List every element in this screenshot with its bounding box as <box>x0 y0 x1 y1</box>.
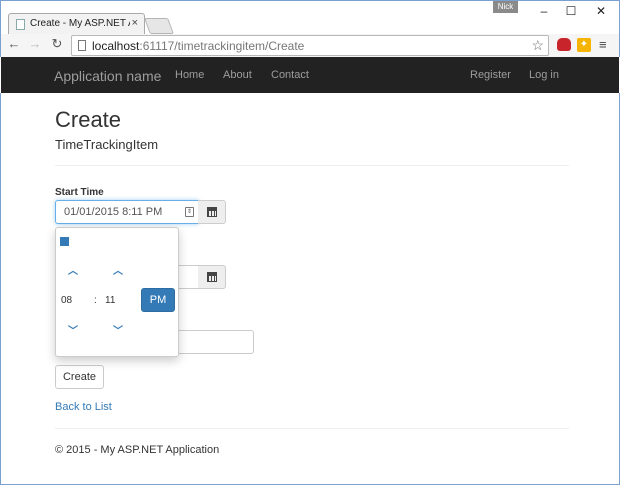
spinner-icon[interactable]: ⇕ <box>185 207 194 217</box>
calendar-icon[interactable] <box>60 237 69 246</box>
page-favicon-icon <box>16 19 25 30</box>
close-window-button[interactable]: ✕ <box>589 3 613 19</box>
footer-text: © 2015 - My ASP.NET Application <box>55 444 220 456</box>
page-content: Create TimeTrackingItem Start Time 01/01… <box>0 93 620 485</box>
maximize-button[interactable]: ☐ <box>559 3 583 19</box>
page-title: Create <box>55 107 122 132</box>
browser-titlebar: Create - My ASP.NET Application × Nick –… <box>0 0 620 35</box>
hour-down-chevron-icon[interactable]: ﹀ <box>68 322 78 337</box>
divider <box>55 165 569 166</box>
menu-icon[interactable]: ≡ <box>599 37 607 52</box>
address-bar[interactable]: localhost:61117/timetrackingitem/Create … <box>71 35 549 56</box>
navbar-brand[interactable]: Application name <box>54 68 161 84</box>
start-time-input[interactable]: 01/01/2015 8:11 PM ⇕ <box>55 200 199 224</box>
divider <box>55 428 569 429</box>
hour-value[interactable]: 08 <box>61 295 72 306</box>
browser-tab[interactable]: Create - My ASP.NET Application × <box>8 13 145 35</box>
calendar-icon <box>207 207 217 217</box>
end-time-calendar-button[interactable] <box>198 265 226 289</box>
calendar-icon <box>207 272 217 282</box>
minute-up-chevron-icon[interactable]: ︿ <box>113 262 123 277</box>
minimize-button[interactable]: – <box>532 3 556 19</box>
new-tab-button[interactable] <box>144 18 174 34</box>
page-icon <box>78 40 86 51</box>
nav-link-home[interactable]: Home <box>175 69 204 81</box>
time-picker-popup: ︿ ︿ 08 : 11 PM ﹀ ﹀ <box>55 227 179 357</box>
tab-title: Create - My ASP.NET Application <box>30 18 130 29</box>
nav-link-about[interactable]: About <box>223 69 252 81</box>
forward-arrow-icon[interactable]: → <box>27 36 43 51</box>
minute-down-chevron-icon[interactable]: ﹀ <box>113 322 123 337</box>
minute-value[interactable]: 11 <box>105 295 115 306</box>
hour-up-chevron-icon[interactable]: ︿ <box>68 262 78 277</box>
reload-icon[interactable]: ↻ <box>49 36 65 52</box>
back-to-list-link[interactable]: Back to List <box>55 401 112 413</box>
site-navbar: Application name Home About Contact Regi… <box>1 57 619 93</box>
tab-close-icon[interactable]: × <box>132 17 138 29</box>
start-time-value: 01/01/2015 8:11 PM <box>64 206 163 218</box>
create-button[interactable]: Create <box>55 365 104 389</box>
extension-icon[interactable] <box>557 38 571 51</box>
page-subtitle: TimeTrackingItem <box>55 137 159 152</box>
nav-link-register[interactable]: Register <box>470 69 511 81</box>
bookmark-star-icon[interactable]: ☆ <box>531 37 544 54</box>
nav-link-login[interactable]: Log in <box>529 69 559 81</box>
start-time-calendar-button[interactable] <box>198 200 226 224</box>
am-pm-toggle-button[interactable]: PM <box>141 288 175 312</box>
time-separator: : <box>94 295 97 306</box>
extension-icon[interactable]: ✦ <box>577 38 591 52</box>
start-time-label: Start Time <box>55 187 104 198</box>
browser-toolbar: ← → ↻ localhost:61117/timetrackingitem/C… <box>0 34 620 57</box>
url-text[interactable]: localhost:61117/timetrackingitem/Create <box>92 39 304 53</box>
back-arrow-icon[interactable]: ← <box>6 36 22 51</box>
nav-link-contact[interactable]: Contact <box>271 69 309 81</box>
user-profile-badge[interactable]: Nick <box>493 1 518 13</box>
